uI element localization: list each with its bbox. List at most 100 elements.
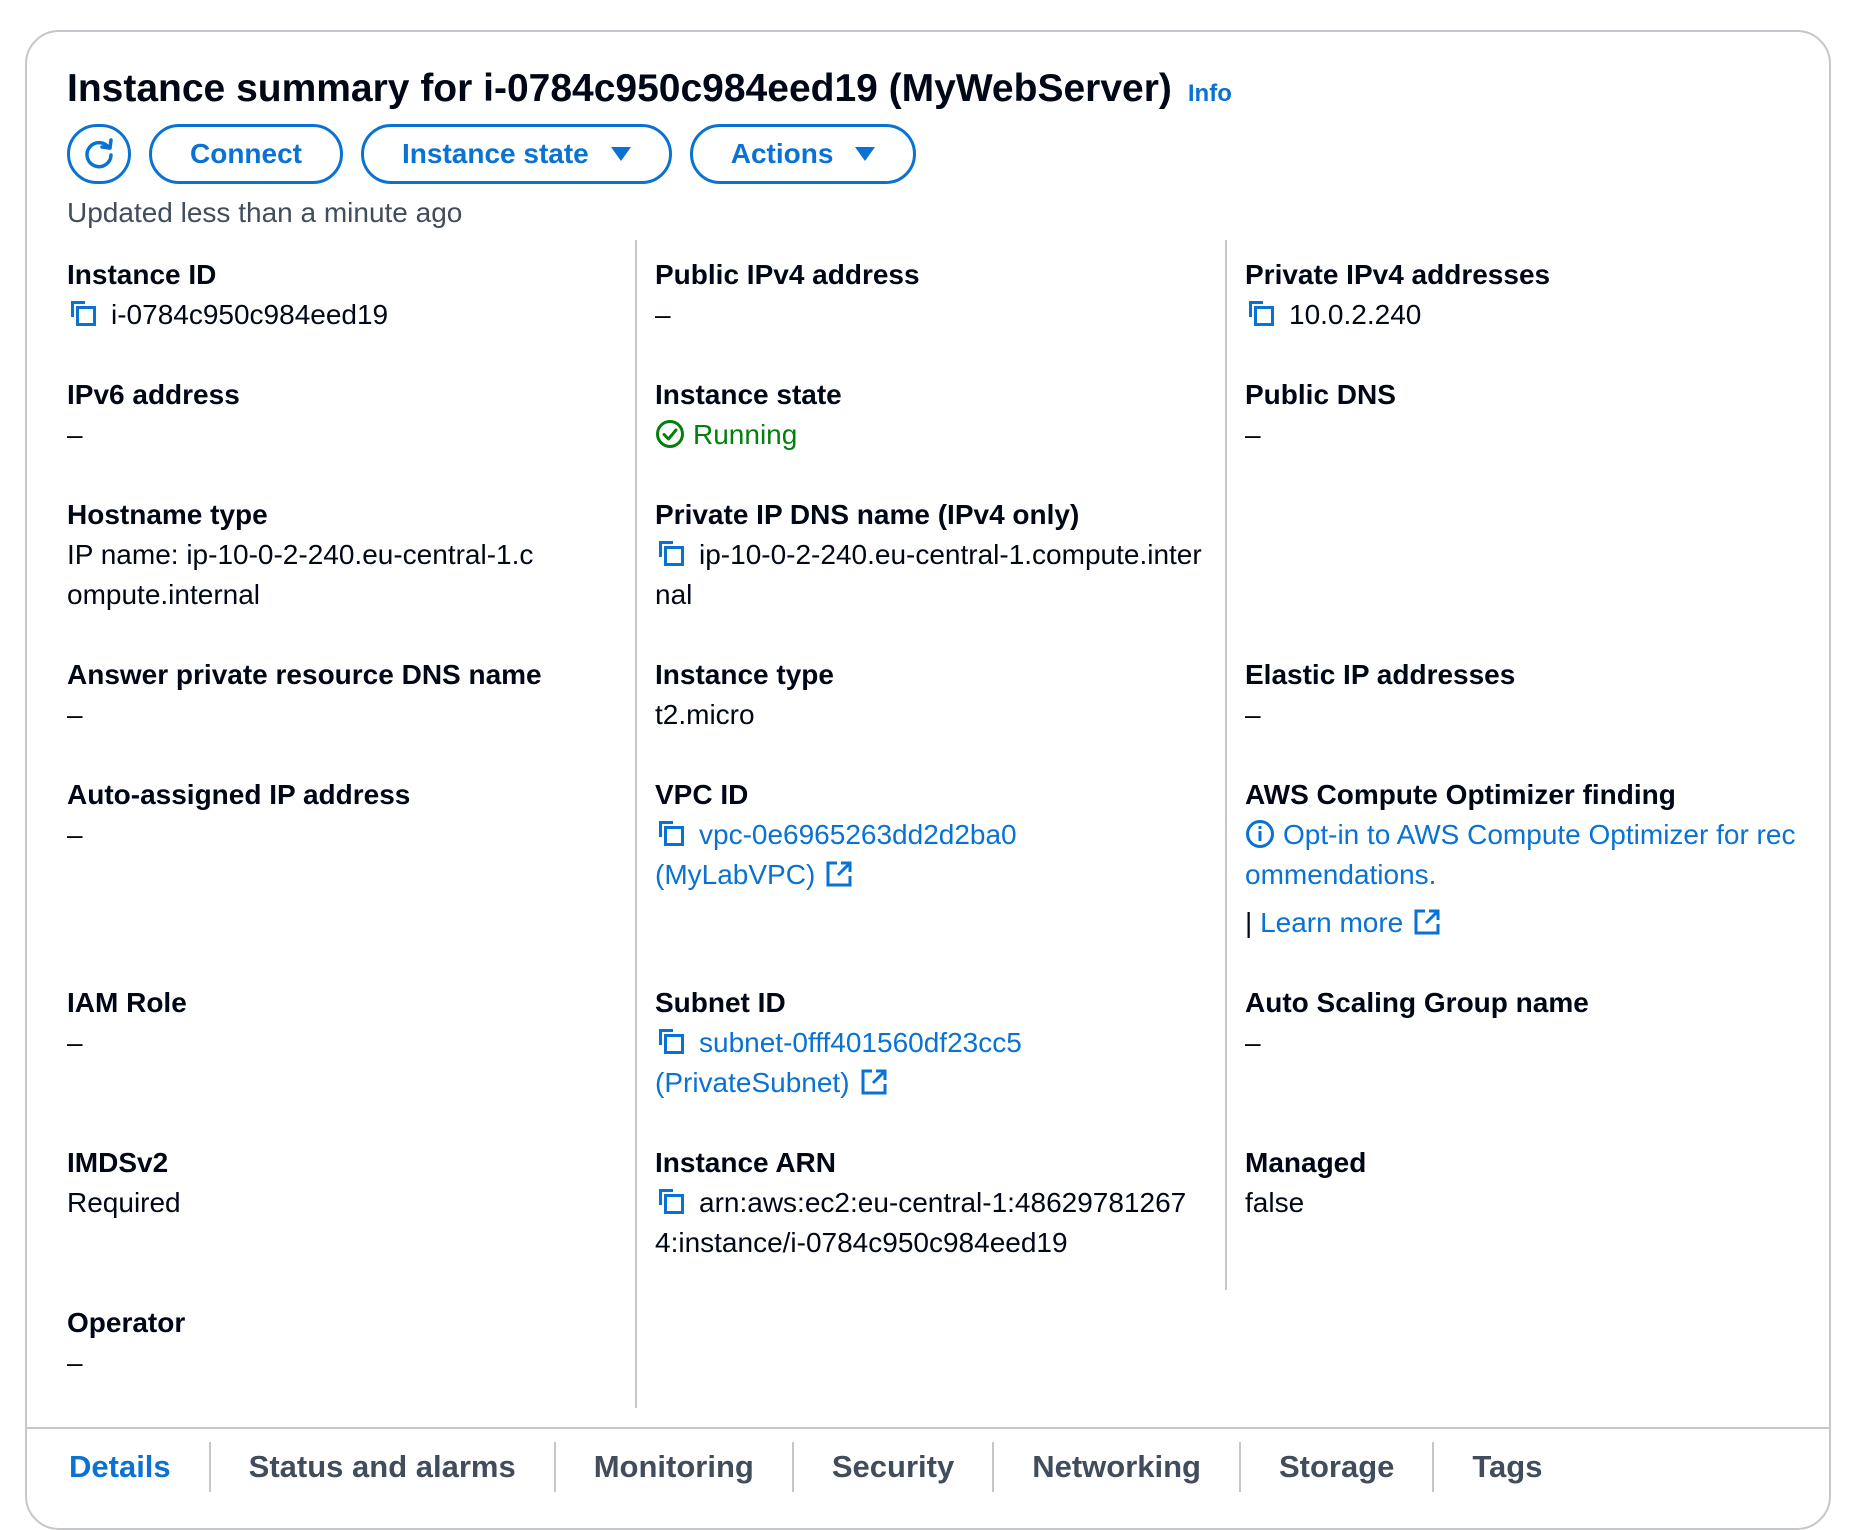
field-label: Operator	[67, 1307, 186, 1338]
field-value: t2.micro	[655, 699, 755, 730]
page-title: Instance summary for i-0784c950c984eed19…	[67, 67, 1172, 110]
refresh-button[interactable]	[67, 124, 131, 184]
field-value: –	[67, 1347, 83, 1378]
field-label: Instance ARN	[655, 1147, 837, 1178]
field-label: IMDSv2	[67, 1147, 169, 1178]
field-label: IAM Role	[67, 987, 187, 1018]
private-ip-dns-value: ip-10-0-2-240.eu-central-1.compute.inter…	[655, 539, 1202, 610]
copy-icon[interactable]	[1245, 297, 1277, 329]
field-value: –	[1245, 1027, 1261, 1058]
field-label: Elastic IP addresses	[1245, 659, 1516, 690]
instance-state-label: Instance state	[402, 138, 589, 169]
subnet-id-link[interactable]: subnet-0fff401560df23cc5	[699, 1027, 1022, 1058]
updated-text: Updated less than a minute ago	[67, 197, 463, 228]
column-divider	[1225, 240, 1227, 1290]
tab-bar: Details Status and alarms Monitoring Sec…	[27, 1432, 1580, 1502]
tab-tags[interactable]: Tags	[1434, 1442, 1580, 1492]
field-private-ip-dns: Private IP DNS name (IPv4 only) ip-10-0-…	[655, 495, 1215, 615]
field-label: Private IPv4 addresses	[1245, 259, 1551, 290]
field-value: –	[67, 699, 83, 730]
tab-security[interactable]: Security	[794, 1442, 995, 1492]
field-ipv6: IPv6 address –	[67, 375, 627, 455]
copy-icon[interactable]	[655, 537, 687, 569]
tab-status-and-alarms[interactable]: Status and alarms	[211, 1442, 556, 1492]
vpc-name-link[interactable]: (MyLabVPC)	[655, 859, 815, 890]
optimizer-opt-in-link[interactable]: Opt-in to AWS Compute Optimizer for reco…	[1245, 819, 1795, 890]
copy-icon[interactable]	[67, 297, 99, 329]
instance-state-value: Running	[693, 419, 798, 450]
column-divider	[635, 240, 637, 1408]
field-public-dns: Public DNS –	[1245, 375, 1805, 455]
external-link-icon	[860, 1068, 888, 1096]
field-label: Answer private resource DNS name	[67, 659, 542, 690]
caret-down-icon	[855, 147, 876, 161]
tab-details[interactable]: Details	[27, 1442, 211, 1492]
field-label: Public IPv4 address	[655, 259, 920, 290]
connect-button[interactable]: Connect	[149, 124, 343, 184]
field-instance-arn: Instance ARN arn:aws:ec2:eu-central-1:48…	[655, 1143, 1205, 1263]
title-row: Instance summary for i-0784c950c984eed19…	[67, 67, 1232, 111]
field-label: Auto Scaling Group name	[1245, 987, 1589, 1018]
info-icon	[1246, 820, 1274, 848]
instance-state-dropdown[interactable]: Instance state	[361, 124, 672, 184]
copy-icon[interactable]	[655, 1185, 687, 1217]
actions-dropdown[interactable]: Actions	[689, 124, 917, 184]
field-instance-state: Instance state Running	[655, 375, 1215, 455]
instance-summary-panel: Instance summary for i-0784c950c984eed19…	[25, 30, 1831, 1530]
field-operator: Operator –	[67, 1303, 627, 1383]
subnet-name-link[interactable]: (PrivateSubnet)	[655, 1067, 850, 1098]
field-asg-name: Auto Scaling Group name –	[1245, 983, 1805, 1063]
field-private-ipv4: Private IPv4 addresses 10.0.2.240	[1245, 255, 1805, 335]
vpc-id-link[interactable]: vpc-0e6965263dd2d2ba0	[699, 819, 1017, 850]
learn-more-link[interactable]: Learn more	[1260, 907, 1403, 938]
connect-label: Connect	[190, 138, 302, 169]
field-label: Subnet ID	[655, 987, 786, 1018]
instance-arn-value: arn:aws:ec2:eu-central-1:486297812674:in…	[655, 1187, 1187, 1258]
field-public-ipv4: Public IPv4 address –	[655, 255, 1215, 335]
tabs-divider	[27, 1427, 1829, 1429]
field-instance-id: Instance ID i-0784c950c984eed19	[67, 255, 627, 335]
field-label: Auto-assigned IP address	[67, 779, 411, 810]
separator: |	[1245, 907, 1253, 938]
field-value: –	[1245, 699, 1261, 730]
status-success-icon	[656, 420, 684, 448]
field-instance-type: Instance type t2.micro	[655, 655, 1215, 735]
field-value: vpc-0e6965263dd2d2ba0 (MyLabVPC)	[655, 815, 1135, 895]
field-value: Opt-in to AWS Compute Optimizer for reco…	[1245, 815, 1805, 895]
field-value: 10.0.2.240	[1245, 295, 1805, 335]
actions-label: Actions	[730, 138, 834, 169]
field-value: i-0784c950c984eed19	[67, 295, 627, 335]
field-value: –	[655, 299, 671, 330]
field-value: IP name: ip-10-0-2-240.eu-central-1.comp…	[67, 539, 534, 610]
learn-more-row: | Learn more	[1245, 903, 1805, 943]
field-label: IPv6 address	[67, 379, 240, 410]
external-link-icon	[1413, 908, 1441, 936]
field-label: Public DNS	[1245, 379, 1396, 410]
field-label: VPC ID	[655, 779, 749, 810]
refresh-icon	[85, 138, 113, 169]
field-value: Running	[655, 415, 1215, 455]
field-label: Managed	[1245, 1147, 1367, 1178]
field-value: –	[67, 1027, 83, 1058]
field-label: Private IP DNS name (IPv4 only)	[655, 499, 1080, 530]
action-buttons: Connect Instance state Actions	[67, 124, 917, 184]
tab-monitoring[interactable]: Monitoring	[556, 1442, 794, 1492]
copy-icon[interactable]	[655, 1025, 687, 1057]
info-link[interactable]: Info	[1188, 80, 1232, 108]
field-answer-dns: Answer private resource DNS name –	[67, 655, 627, 735]
field-imdsv2: IMDSv2 Required	[67, 1143, 627, 1223]
field-elastic-ip: Elastic IP addresses –	[1245, 655, 1805, 735]
caret-down-icon	[610, 147, 631, 161]
external-link-icon	[825, 860, 853, 888]
field-label: Hostname type	[67, 499, 268, 530]
field-subnet-id: Subnet ID subnet-0fff401560df23cc5 (Priva…	[655, 983, 1135, 1103]
instance-id-value: i-0784c950c984eed19	[111, 299, 389, 330]
field-label: Instance ID	[67, 259, 217, 290]
field-value: Required	[67, 1187, 181, 1218]
tab-networking[interactable]: Networking	[994, 1442, 1241, 1492]
field-value: –	[67, 819, 83, 850]
tab-storage[interactable]: Storage	[1241, 1442, 1435, 1492]
copy-icon[interactable]	[655, 817, 687, 849]
field-label: Instance type	[655, 659, 834, 690]
field-value: ip-10-0-2-240.eu-central-1.compute.inter…	[655, 535, 1215, 615]
